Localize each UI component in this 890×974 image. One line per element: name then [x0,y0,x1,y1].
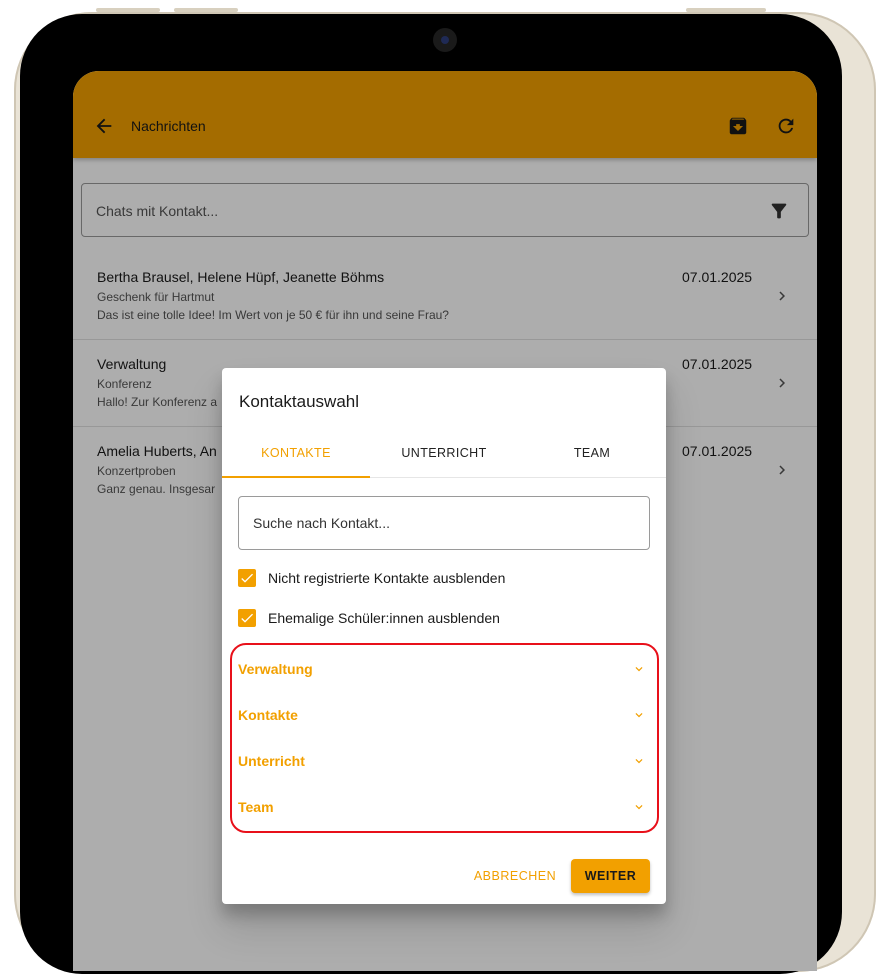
device-power-button [686,8,766,12]
check-icon [241,573,253,583]
chevron-down-icon [635,759,643,764]
front-camera [433,28,457,52]
hide-unregistered-checkbox[interactable] [238,569,256,587]
chevron-down-icon [635,667,643,672]
group-label: Kontakte [238,707,298,723]
chevron-down-icon [635,805,643,810]
hide-former-students-label: Ehemalige Schüler:innen ausblenden [268,610,500,626]
chevron-down-icon [635,713,643,718]
tab-kontakte[interactable]: KONTAKTE [222,438,370,478]
dialog-tabs: KONTAKTE UNTERRICHT TEAM [222,438,666,478]
cancel-button[interactable]: ABBRECHEN [470,859,560,893]
group-label: Verwaltung [238,661,313,677]
device-volume-button [96,8,160,12]
contact-selection-dialog: Kontaktauswahl KONTAKTE UNTERRICHT TEAM … [222,368,666,904]
group-team[interactable]: Team [238,792,650,822]
contact-search-input[interactable] [239,497,649,549]
hide-unregistered-label: Nicht registrierte Kontakte ausblenden [268,570,506,586]
tab-team[interactable]: TEAM [518,438,666,478]
check-icon [241,613,253,623]
group-kontakte[interactable]: Kontakte [238,700,650,730]
hide-unregistered-option[interactable]: Nicht registrierte Kontakte ausblenden [238,567,538,591]
next-button[interactable]: WEITER [571,859,650,893]
tab-unterricht[interactable]: UNTERRICHT [370,438,518,478]
group-unterricht[interactable]: Unterricht [238,746,650,776]
device-volume-button [174,8,238,12]
hide-former-students-checkbox[interactable] [238,609,256,627]
dialog-title: Kontaktauswahl [239,392,360,411]
active-tab-indicator [222,476,370,478]
contact-search-field [238,496,650,550]
group-label: Team [238,799,274,815]
hide-former-students-option[interactable]: Ehemalige Schüler:innen ausblenden [238,607,538,631]
group-verwaltung[interactable]: Verwaltung [238,654,650,684]
group-label: Unterricht [238,753,305,769]
